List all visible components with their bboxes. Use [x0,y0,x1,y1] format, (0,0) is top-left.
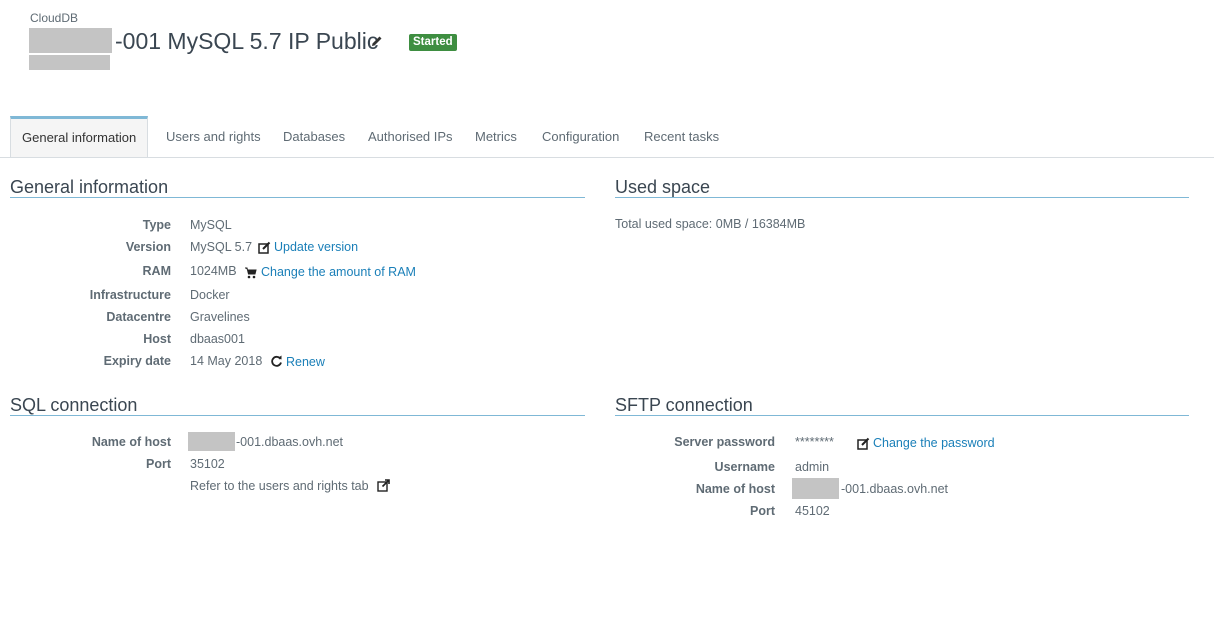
general-information-divider [10,197,585,198]
redacted-service-name [29,28,112,53]
version-label: Version [125,240,171,254]
sql-host-value: -001.dbaas.ovh.net [236,435,344,449]
sql-host-label: Name of host [91,435,171,449]
sftp-connection-heading: SFTP connection [615,395,753,415]
page-title: -001 MySQL 5.7 IP Public [115,28,379,54]
expiry-date-value: 14 May 2018 [190,354,263,368]
tab-databases[interactable]: Databases [283,117,345,157]
tab-recent-tasks[interactable]: Recent tasks [644,117,719,157]
username-value: admin [795,460,830,474]
redacted-sftp-host [792,478,839,499]
refresh-icon[interactable] [270,355,283,368]
sftp-connection-divider [615,415,1189,416]
tab-general-information[interactable]: General information [10,116,149,157]
total-used-space: Total used space: 0MB / 16384MB [615,217,806,231]
version-value: MySQL 5.7 [190,240,253,254]
ram-value: 1024MB [190,264,237,278]
change-ram-link[interactable]: Change the amount of RAM [261,265,416,279]
sql-port-label: Port [146,457,171,471]
tab-configuration[interactable]: Configuration [542,117,619,157]
expiry-date-label: Expiry date [103,354,171,368]
tab-users-and-rights[interactable]: Users and rights [166,117,261,157]
host-value: dbaas001 [190,332,245,346]
sql-connection-heading: SQL connection [10,395,138,415]
sftp-host-label: Name of host [695,482,775,496]
change-password-link[interactable]: Change the password [873,436,995,450]
type-label: Type [142,218,171,232]
ram-label: RAM [142,264,171,278]
tab-authorised-ips[interactable]: Authorised IPs [368,117,453,157]
used-space-heading: Used space [615,177,711,197]
status-badge: Started [409,34,457,51]
sftp-port-value: 45102 [795,504,830,518]
tab-metrics[interactable]: Metrics [475,117,517,157]
datacentre-label: Datacentre [106,310,171,324]
redacted-service-subtitle [29,55,110,70]
server-password-label: Server password [674,435,775,449]
infrastructure-value: Docker [190,288,230,302]
sftp-port-label: Port [750,504,775,518]
used-space-divider [615,197,1189,198]
external-link-icon[interactable] [377,479,390,492]
sql-port-value: 35102 [190,457,225,471]
type-value: MySQL [190,218,232,232]
renew-link[interactable]: Renew [286,355,325,369]
edit-password-icon[interactable] [857,437,870,450]
infrastructure-label: Infrastructure [89,288,171,302]
tab-bar: General information Users and rights Dat… [0,116,1214,158]
datacentre-value: Gravelines [190,310,250,324]
edit-name-pencil-icon[interactable] [370,34,384,48]
sftp-host-value: -001.dbaas.ovh.net [841,482,949,496]
cart-icon[interactable] [244,266,257,279]
refer-users-rights-text: Refer to the users and rights tab [190,479,369,493]
general-information-heading: General information [10,177,169,197]
service-type-label: CloudDB [30,11,79,25]
host-label: Host [143,332,171,346]
update-version-link[interactable]: Update version [274,240,358,254]
server-password-value: ******** [795,435,834,449]
edit-icon[interactable] [258,241,271,254]
redacted-sql-host [188,432,235,451]
username-label: Username [714,460,775,474]
sql-connection-divider [10,415,585,416]
